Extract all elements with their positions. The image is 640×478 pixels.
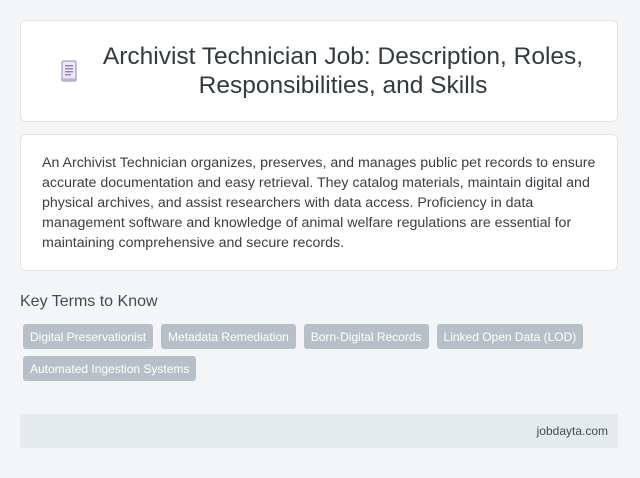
document-icon: [49, 51, 89, 91]
title-row: Archivist Technician Job: Description, R…: [21, 42, 617, 100]
key-term-tag[interactable]: Digital Preservationist: [23, 324, 154, 349]
footer-site-link[interactable]: jobdayta.com: [537, 424, 608, 438]
job-description: An Archivist Technician organizes, prese…: [42, 155, 596, 251]
key-term-tag[interactable]: Born-Digital Records: [303, 324, 429, 349]
description-card: An Archivist Technician organizes, prese…: [20, 134, 618, 271]
footer: jobdayta.com: [20, 414, 618, 448]
key-term-tag[interactable]: Metadata Remediation: [161, 324, 296, 349]
title-card: Archivist Technician Job: Description, R…: [20, 20, 618, 122]
key-terms-tags: Digital Preservationist Metadata Remedia…: [23, 324, 603, 381]
page-title: Archivist Technician Job: Description, R…: [102, 43, 584, 99]
key-terms-heading: Key Terms to Know: [20, 293, 158, 310]
key-term-tag[interactable]: Automated Ingestion Systems: [23, 356, 197, 381]
key-term-tag[interactable]: Linked Open Data (LOD): [436, 324, 584, 349]
